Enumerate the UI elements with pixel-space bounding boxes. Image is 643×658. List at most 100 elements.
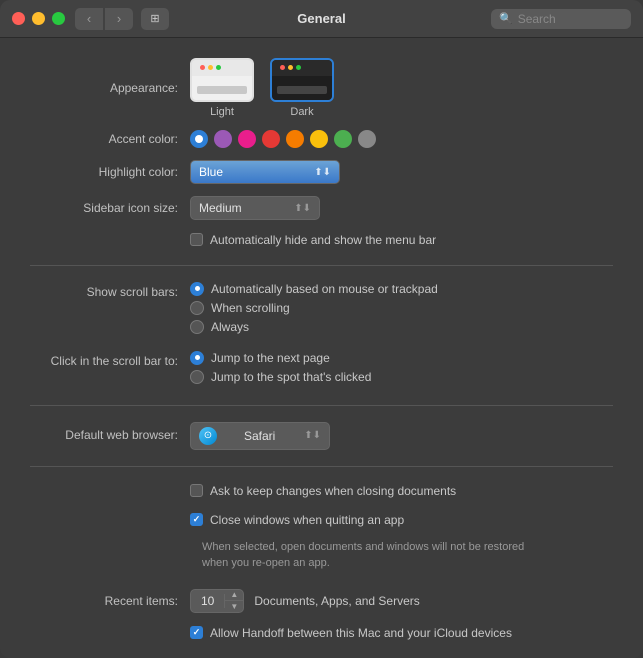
click-spot-row[interactable]: Jump to the spot that's clicked	[190, 370, 371, 384]
accent-green[interactable]	[334, 130, 352, 148]
scroll-when-row[interactable]: When scrolling	[190, 301, 438, 315]
ask-keep-checkbox[interactable]	[190, 484, 203, 497]
accent-graphite[interactable]	[358, 130, 376, 148]
close-windows-checkbox[interactable]	[190, 513, 203, 526]
browser-label: Default web browser:	[30, 427, 190, 444]
sidebar-icon-dropdown[interactable]: Medium ⬆⬇	[190, 196, 320, 220]
accent-color-section: Accent color:	[30, 130, 613, 148]
highlight-color-dropdown[interactable]: Blue ⬆⬇	[190, 160, 340, 184]
scroll-auto-label: Automatically based on mouse or trackpad	[211, 282, 438, 296]
appearance-dark[interactable]: Dark	[270, 58, 334, 118]
accent-color-label: Accent color:	[30, 131, 190, 148]
handoff-section: Allow Handoff between this Mac and your …	[30, 625, 613, 642]
recent-items-section: Recent items: 10 ▲ ▼ Documents, Apps, an…	[30, 589, 613, 613]
divider-1	[30, 265, 613, 266]
click-scroll-section: Click in the scroll bar to: Jump to the …	[30, 351, 613, 389]
menu-bar-label: Automatically hide and show the menu bar	[210, 232, 436, 249]
dot-green	[216, 65, 221, 70]
browser-value: Safari	[244, 429, 275, 443]
click-spot-label: Jump to the spot that's clicked	[211, 370, 371, 384]
scroll-bars-section: Show scroll bars: Automatically based on…	[30, 282, 613, 339]
accent-purple[interactable]	[214, 130, 232, 148]
recent-items-suffix: Documents, Apps, and Servers	[254, 593, 419, 610]
close-button[interactable]	[12, 12, 25, 25]
scroll-bars-options: Automatically based on mouse or trackpad…	[190, 282, 438, 339]
light-label: Light	[210, 106, 234, 118]
highlight-color-arrow: ⬆⬇	[314, 167, 331, 178]
accent-orange[interactable]	[286, 130, 304, 148]
scroll-when-radio[interactable]	[190, 301, 204, 315]
dot-red	[200, 65, 205, 70]
accent-yellow[interactable]	[310, 130, 328, 148]
sidebar-icon-arrow: ⬆⬇	[294, 203, 311, 214]
close-windows-checkbox-row[interactable]: Close windows when quitting an app	[190, 512, 404, 529]
handoff-label: Allow Handoff between this Mac and your …	[210, 625, 512, 642]
recent-items-value: 10	[191, 594, 225, 608]
dark-label: Dark	[290, 106, 313, 118]
dark-thumb	[270, 58, 334, 102]
dark-dot-green	[296, 65, 301, 70]
highlight-color-label: Highlight color:	[30, 164, 190, 181]
stepper-up[interactable]: ▲	[225, 589, 243, 601]
minimize-button[interactable]	[32, 12, 45, 25]
search-icon: 🔍	[499, 12, 513, 25]
click-spot-radio[interactable]	[190, 370, 204, 384]
click-scroll-label: Click in the scroll bar to:	[30, 351, 190, 370]
dark-dot-red	[280, 65, 285, 70]
click-next-label: Jump to the next page	[211, 351, 330, 365]
maximize-button[interactable]	[52, 12, 65, 25]
traffic-lights	[12, 12, 65, 25]
click-next-radio[interactable]	[190, 351, 204, 365]
click-next-row[interactable]: Jump to the next page	[190, 351, 371, 365]
ask-keep-section: Ask to keep changes when closing documen…	[30, 483, 613, 500]
close-windows-section: Close windows when quitting an app When …	[30, 512, 613, 572]
menu-bar-section: Automatically hide and show the menu bar	[30, 232, 613, 249]
close-windows-row: Close windows when quitting an app	[30, 512, 613, 529]
search-input[interactable]	[518, 12, 623, 26]
handoff-row[interactable]: Allow Handoff between this Mac and your …	[190, 625, 512, 642]
close-windows-label: Close windows when quitting an app	[210, 512, 404, 529]
scroll-auto-row[interactable]: Automatically based on mouse or trackpad	[190, 282, 438, 296]
menu-bar-checkbox-row[interactable]: Automatically hide and show the menu bar	[190, 232, 436, 249]
scroll-auto-radio[interactable]	[190, 282, 204, 296]
search-box[interactable]: 🔍	[491, 9, 631, 29]
browser-dropdown[interactable]: ⊙ Safari ⬆⬇	[190, 422, 330, 450]
forward-button[interactable]: ›	[105, 8, 133, 30]
close-windows-helper: When selected, open documents and window…	[202, 540, 613, 571]
sidebar-icon-section: Sidebar icon size: Medium ⬆⬇	[30, 196, 613, 220]
light-thumb-inner	[192, 60, 252, 100]
divider-3	[30, 466, 613, 467]
recent-items-controls: 10 ▲ ▼ Documents, Apps, and Servers	[190, 589, 420, 613]
scroll-always-row[interactable]: Always	[190, 320, 438, 334]
light-thumb	[190, 58, 254, 102]
sidebar-icon-label: Sidebar icon size:	[30, 200, 190, 217]
light-thumb-menu	[197, 86, 247, 94]
highlight-color-value: Blue	[199, 165, 223, 179]
light-thumb-dots	[200, 65, 221, 70]
scroll-bars-label: Show scroll bars:	[30, 282, 190, 301]
grid-button[interactable]: ⊞	[141, 8, 169, 30]
dark-thumb-dots	[280, 65, 301, 70]
browser-section: Default web browser: ⊙ Safari ⬆⬇	[30, 422, 613, 450]
menu-bar-checkbox[interactable]	[190, 233, 203, 246]
accent-blue[interactable]	[190, 130, 208, 148]
titlebar: ‹ › ⊞ General 🔍	[0, 0, 643, 38]
safari-icon: ⊙	[199, 427, 217, 445]
sidebar-icon-value: Medium	[199, 201, 242, 215]
recent-items-stepper[interactable]: 10 ▲ ▼	[190, 589, 244, 613]
accent-pink[interactable]	[238, 130, 256, 148]
stepper-buttons: ▲ ▼	[225, 589, 243, 613]
handoff-checkbox[interactable]	[190, 626, 203, 639]
dark-dot-yellow	[288, 65, 293, 70]
accent-red[interactable]	[262, 130, 280, 148]
back-button[interactable]: ‹	[75, 8, 103, 30]
stepper-down[interactable]: ▼	[225, 601, 243, 613]
scroll-always-radio[interactable]	[190, 320, 204, 334]
appearance-label: Appearance:	[30, 80, 190, 97]
recent-items-label: Recent items:	[30, 593, 190, 610]
dark-thumb-menu	[277, 86, 327, 94]
appearance-light[interactable]: Light	[190, 58, 254, 118]
accent-colors	[190, 130, 376, 148]
ask-keep-row[interactable]: Ask to keep changes when closing documen…	[190, 483, 456, 500]
dark-thumb-inner	[272, 60, 332, 100]
